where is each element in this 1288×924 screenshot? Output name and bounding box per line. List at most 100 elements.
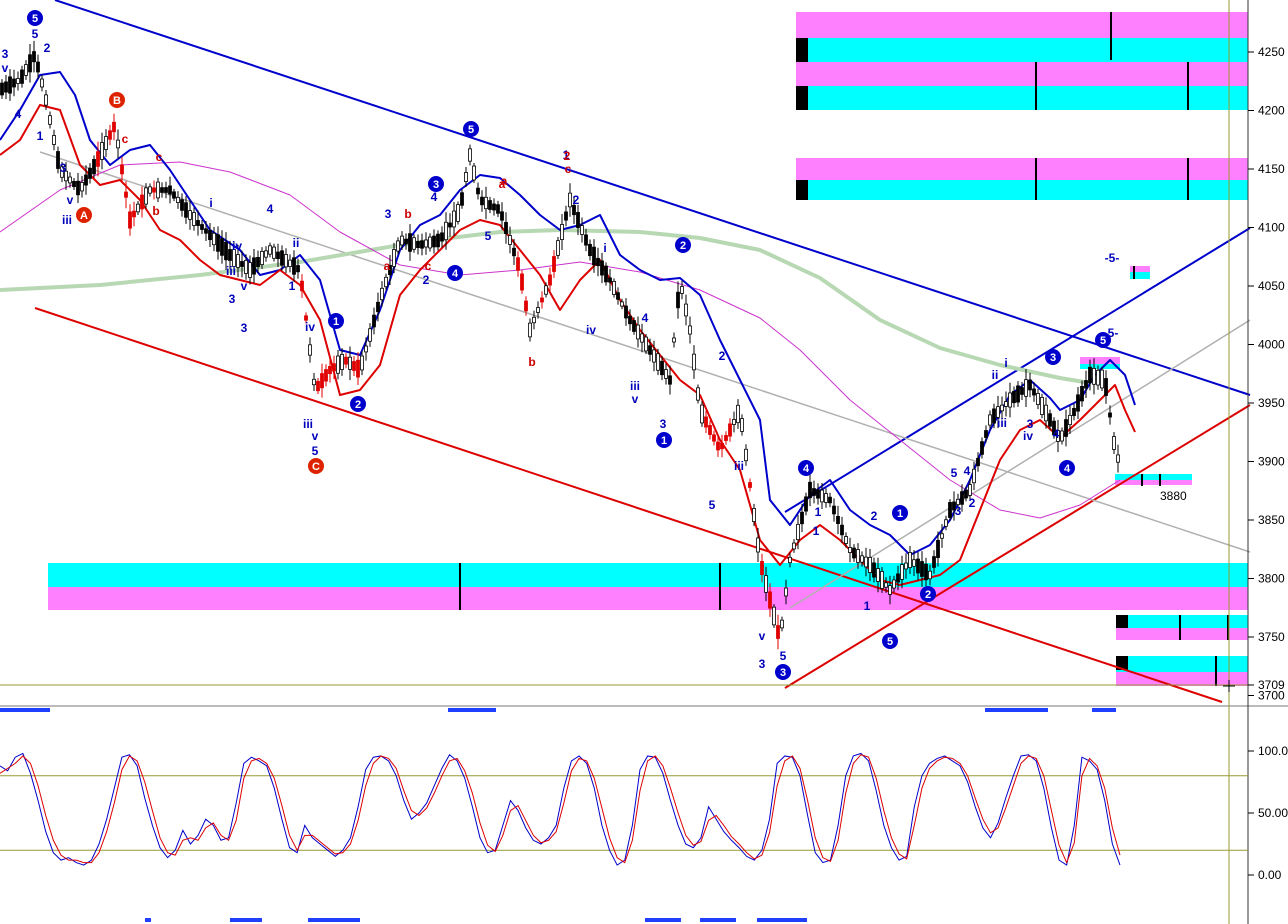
candle-body <box>268 245 272 255</box>
candle-body <box>1108 412 1112 418</box>
candle-body <box>680 286 684 294</box>
candle-body <box>620 301 624 307</box>
candle-body <box>200 224 204 230</box>
candle-body <box>824 493 828 503</box>
candle-body <box>844 536 848 544</box>
candle-body <box>1092 367 1096 385</box>
candle-body <box>880 571 884 589</box>
candle-body <box>128 211 132 229</box>
wave-label-red: b <box>152 204 159 218</box>
y-tick-label: 3950 <box>1258 396 1285 410</box>
candle-body <box>792 542 796 550</box>
wave-label: 4 <box>267 202 274 216</box>
wave-circle-label: 3 <box>780 667 786 679</box>
candle-body <box>544 285 548 295</box>
wave-circle-label: 5 <box>468 124 474 136</box>
candle-body <box>156 181 160 199</box>
candle-body <box>196 220 200 226</box>
candle-body <box>1048 413 1052 427</box>
candle-body <box>788 556 792 564</box>
candle-body <box>408 233 412 252</box>
candle-body <box>1032 388 1036 396</box>
candle-body <box>904 562 908 570</box>
candle-body <box>664 369 668 379</box>
y-tick-label: 4050 <box>1258 279 1285 293</box>
candle-body <box>104 136 108 150</box>
chart-canvas: 3v45123iiiv3iiviiiv341iiiviiiv5345212iiv… <box>0 0 1288 924</box>
zone-marker <box>796 86 808 110</box>
candle-body <box>840 524 844 536</box>
wave-label: i <box>1004 356 1007 370</box>
candle-body <box>28 54 32 73</box>
candle-body <box>624 305 628 319</box>
wave-label: -5- <box>1105 251 1120 265</box>
candle-body <box>1028 379 1032 391</box>
candle-body <box>1112 436 1116 450</box>
wave-circle-label: 2 <box>925 589 931 601</box>
candle-body <box>856 549 860 563</box>
wave-label: 5 <box>32 27 39 41</box>
candle-body <box>776 625 780 639</box>
candle-body <box>808 481 812 499</box>
candle-body <box>876 568 880 582</box>
candle-body <box>968 484 972 496</box>
candle-body <box>248 262 252 278</box>
wave-label: 5 <box>485 229 492 243</box>
candle-body <box>604 265 608 283</box>
candle-body <box>432 235 436 248</box>
candle-body <box>188 210 192 220</box>
candle-body <box>912 559 916 567</box>
candle-body <box>928 570 932 580</box>
candle-body <box>464 172 468 182</box>
candle-body <box>1004 401 1008 407</box>
stoch-tick-label: 0.00 <box>1258 868 1282 882</box>
candle-body <box>276 251 280 260</box>
wave-label: ii <box>293 236 300 250</box>
wave-label: iii <box>62 213 72 227</box>
candle-body <box>48 115 52 125</box>
candle-body <box>1068 414 1072 426</box>
candle-body <box>528 322 532 338</box>
candle-body <box>1036 392 1040 406</box>
candle-body <box>240 261 244 267</box>
candle-body <box>756 537 760 553</box>
wave-label: ii <box>992 368 999 382</box>
candle-body <box>72 180 76 188</box>
candle-body <box>468 148 472 162</box>
candle-body <box>68 176 72 184</box>
candle-body <box>380 287 384 301</box>
wave-circle-red-label: B <box>113 95 121 107</box>
candle-body <box>484 196 488 210</box>
wave-label: 3 <box>241 321 248 335</box>
wave-label-red: c <box>122 132 129 146</box>
candle-body <box>160 187 164 193</box>
candle-body <box>1060 430 1064 442</box>
candle-body <box>500 211 504 221</box>
candle-body <box>744 448 748 462</box>
candle-body <box>1096 369 1100 386</box>
candle-body <box>132 210 136 218</box>
candle-body <box>920 561 924 577</box>
candle-body <box>512 247 516 257</box>
candle-body <box>1024 379 1028 397</box>
wave-label: 1 <box>37 129 44 143</box>
candle-body <box>764 575 768 593</box>
candle-body <box>1080 386 1084 402</box>
wave-label: 3 <box>385 207 392 221</box>
candle-body <box>868 557 872 573</box>
candle-body <box>416 241 420 248</box>
candle-body <box>236 254 240 268</box>
wave-label: v <box>67 193 74 207</box>
candle-body <box>1016 385 1020 403</box>
wave-label: 3 <box>660 417 667 431</box>
candle-body <box>4 81 8 93</box>
wave-label: 1 <box>813 524 820 538</box>
candle-body <box>476 187 480 195</box>
candle-body <box>932 556 936 568</box>
candle-body <box>180 199 184 211</box>
wave-label: v <box>2 61 9 75</box>
candle-body <box>760 560 764 576</box>
candle-body <box>556 240 560 256</box>
candle-body <box>460 192 464 206</box>
candle-body <box>244 260 248 274</box>
